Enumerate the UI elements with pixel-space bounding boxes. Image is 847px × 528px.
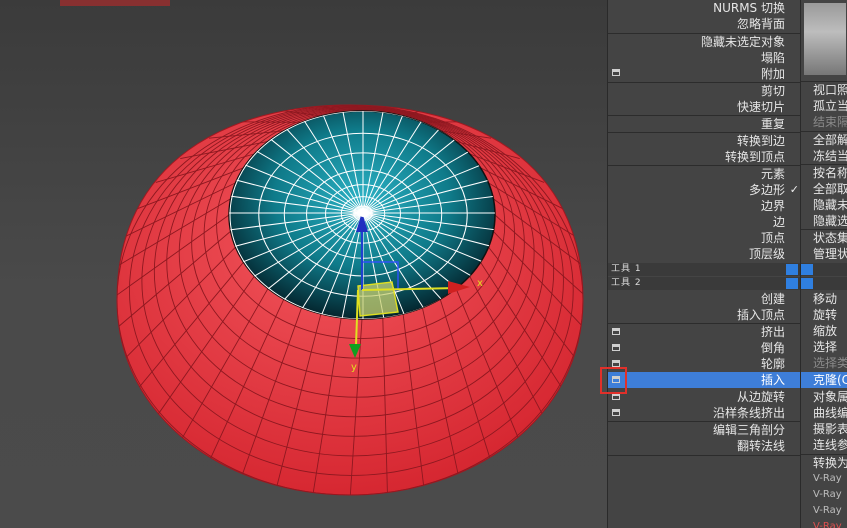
menu-item-hinge-from-edge[interactable]: 从边旋转	[608, 389, 801, 405]
tools2-toggle-icon[interactable]	[786, 278, 798, 289]
menu2-item-9[interactable]: 状态集	[801, 230, 847, 246]
axis-y-label: y	[351, 362, 357, 373]
menu-item-convert-to-vertex[interactable]: 转换到顶点	[608, 149, 801, 165]
checkmark-icon: ✓	[789, 183, 799, 196]
menu-item-quickslice[interactable]: 快速切片	[608, 99, 801, 115]
menu2-item-vray-2[interactable]: V-Ray	[801, 487, 847, 503]
tools4-toggle-icon[interactable]	[801, 278, 813, 289]
menu-item-extrude[interactable]: 挤出	[608, 324, 801, 340]
menu-item-convert-to-edge[interactable]: 转换到边	[608, 133, 801, 149]
menu-item-edit-triangulation[interactable]: 编辑三角剖分	[608, 422, 801, 438]
menu2-item-vray-3[interactable]: V-Ray	[801, 503, 847, 519]
bevel-settings-icon[interactable]	[612, 344, 620, 351]
section-header-tools1: 工具 1	[608, 263, 801, 276]
menu2-item-curve-editor[interactable]: 曲线编	[801, 405, 847, 421]
menu2-item-vray-4[interactable]: V-Ray	[801, 519, 847, 528]
menu-item-attach[interactable]: 附加	[608, 66, 801, 82]
tools3-toggle-icon[interactable]	[801, 264, 813, 275]
menu-item-nurms-toggle[interactable]: NURMS 切换	[608, 0, 801, 16]
menu-item-extrude-along-spline[interactable]: 沿样条线挤出	[608, 405, 801, 421]
viewport-label-cropped	[60, 0, 170, 6]
spline-settings-icon[interactable]	[612, 409, 620, 416]
menu-item-flip-normals[interactable]: 翻转法线	[608, 438, 801, 454]
extrude-settings-icon[interactable]	[612, 328, 620, 335]
menu2-item-4[interactable]: 冻结当	[801, 148, 847, 164]
gizmo-pivot	[359, 209, 367, 217]
menu2-item-8[interactable]: 隐藏选	[801, 213, 847, 229]
menu-item-polygon[interactable]: 多边形 ✓	[608, 182, 801, 198]
perspective-viewport[interactable]: x y	[0, 0, 607, 528]
menu2-item-dope-sheet[interactable]: 摄影表	[801, 421, 847, 437]
app-window: x y NURMS 切换 忽略背面 隐藏未选定对象 塌陷 附加 剪切 快速切片 …	[0, 0, 847, 528]
menu-item-hide-unselected[interactable]: 隐藏未选定对象	[608, 34, 801, 50]
menu-item-outline[interactable]: 轮廓	[608, 356, 801, 372]
menu2-item-1[interactable]: 孤立当	[801, 98, 847, 114]
menu-item-top-level[interactable]: 顶层级	[608, 246, 801, 262]
menu2-item-6[interactable]: 全部取	[801, 181, 847, 197]
menu2-item-3[interactable]: 全部解	[801, 132, 847, 148]
menu2-item-rotate[interactable]: 旋转	[801, 307, 847, 323]
menu-item-inset[interactable]: 插入	[608, 372, 801, 388]
menu2-item-clone[interactable]: 克隆(C	[801, 372, 847, 388]
menu-item-cut[interactable]: 剪切	[608, 83, 801, 99]
menu2-item-select[interactable]: 选择	[801, 339, 847, 355]
section-header-tools2: 工具 2	[608, 277, 801, 290]
inset-settings-highlight	[600, 367, 627, 394]
menu-item-border[interactable]: 边界	[608, 198, 801, 214]
axis-x-label: x	[477, 278, 483, 289]
menu-item-edge[interactable]: 边	[608, 214, 801, 230]
tools1-toggle-icon[interactable]	[786, 264, 798, 275]
menu-item-element[interactable]: 元素	[608, 166, 801, 182]
shell-meridian	[422, 121, 459, 123]
quad-menu-left: NURMS 切换 忽略背面 隐藏未选定对象 塌陷 附加 剪切 快速切片 重复 转…	[607, 0, 801, 528]
menu-item-bevel[interactable]: 倒角	[608, 340, 801, 356]
menu-item-repeat[interactable]: 重复	[608, 116, 801, 132]
menu-item-ignore-backfacing[interactable]: 忽略背面	[608, 16, 801, 32]
menu2-item-scale[interactable]: 缩放	[801, 323, 847, 339]
menu2-item-select-similar[interactable]: 选择类	[801, 355, 847, 371]
settings-box-icon[interactable]	[612, 69, 620, 76]
menu-item-collapse[interactable]: 塌陷	[608, 50, 801, 66]
menu2-item-5[interactable]: 按名称	[801, 165, 847, 181]
quad-menu-right: 视口照 孤立当 结束隔 全部解 冻结当 按名称 全部取 隐藏未 隐藏选 状态集 …	[800, 0, 847, 528]
menu2-item-2[interactable]: 结束隔	[801, 114, 847, 130]
menu2-item-convert-to[interactable]: 转换为	[801, 455, 847, 471]
menu2-item-wire-params[interactable]: 连线参	[801, 437, 847, 453]
object-thumbnail	[804, 3, 846, 75]
menu2-item-7[interactable]: 隐藏未	[801, 197, 847, 213]
menu-item-insert-vertex[interactable]: 插入顶点	[608, 307, 801, 323]
menu2-item-10[interactable]: 管理状	[801, 246, 847, 262]
menu-item-vertex[interactable]: 顶点	[608, 230, 801, 246]
menu2-item-0[interactable]: 视口照	[801, 82, 847, 98]
gizmo-plane-handle[interactable]	[357, 281, 399, 317]
menu2-item-move[interactable]: 移动	[801, 291, 847, 307]
hemisphere-mesh[interactable]: x y	[0, 0, 607, 528]
hinge-settings-icon[interactable]	[612, 393, 620, 400]
menu2-item-object-properties[interactable]: 对象属	[801, 389, 847, 405]
menu2-item-vray-1[interactable]: V-Ray	[801, 471, 847, 487]
menu-item-create[interactable]: 创建	[608, 291, 801, 307]
shell-meridian	[241, 121, 302, 123]
outline-settings-icon[interactable]	[612, 360, 620, 367]
